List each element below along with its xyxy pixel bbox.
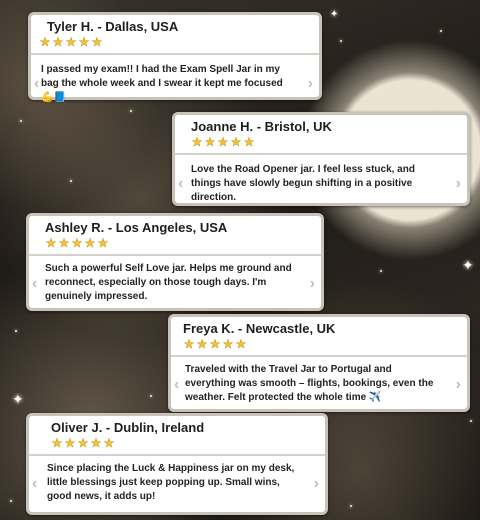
review-text: Such a powerful Self Love jar. Helps me …: [45, 263, 292, 302]
star-rating: ★ ★ ★ ★ ★: [39, 35, 311, 49]
sparkle-icon: ✦: [12, 391, 24, 407]
star-icon: ★: [209, 337, 221, 351]
sparkle-icon: ✦: [462, 257, 474, 273]
reviewer-name: Freya K. - Newcastle, UK: [183, 321, 336, 336]
review-card: Ashley R. - Los Angeles, USA ★ ★ ★ ★ ★ ‹ Suc…: [26, 213, 324, 311]
reviewer-name: Tyler H. - Dallas, USA: [47, 19, 179, 34]
chevron-right-icon[interactable]: ›: [310, 276, 315, 292]
star-icon: ★: [222, 337, 234, 351]
star-icon: ★: [78, 35, 90, 49]
star-icon: ★: [64, 436, 76, 450]
reviewer-name: Joanne H. - Bristol, UK: [191, 119, 332, 134]
star-icon: ★: [84, 236, 96, 250]
review-text: Traveled with the Travel Jar to Portugal…: [185, 364, 434, 403]
sparkle-icon: ✦: [330, 9, 339, 20]
star-icon: ★: [204, 135, 216, 149]
review-card: Oliver J. - Dublin, Ireland ★ ★ ★ ★ ★ ‹ Sinc…: [26, 413, 328, 515]
star-icon: ★: [51, 436, 63, 450]
review-header: Tyler H. - Dallas, USA ★ ★ ★ ★ ★: [31, 15, 319, 55]
chevron-left-icon[interactable]: ‹: [34, 76, 39, 92]
star-dot: [380, 270, 382, 272]
star-icon: ★: [183, 337, 195, 351]
star-icon: ★: [90, 436, 102, 450]
star-dot: [20, 120, 22, 122]
star-icon: ★: [65, 35, 77, 49]
star-icon: ★: [97, 236, 109, 250]
review-header: Joanne H. - Bristol, UK ★ ★ ★ ★ ★: [175, 115, 467, 155]
star-icon: ★: [91, 35, 103, 49]
review-text: I passed my exam!! I had the Exam Spell …: [41, 64, 283, 103]
star-dot: [350, 505, 352, 507]
star-rating: ★ ★ ★ ★ ★: [37, 436, 317, 450]
review-header: Freya K. - Newcastle, UK ★ ★ ★ ★ ★: [171, 317, 467, 357]
chevron-right-icon[interactable]: ›: [314, 476, 319, 492]
star-icon: ★: [77, 436, 89, 450]
review-text: Love the Road Opener jar. I feel less st…: [191, 164, 415, 203]
review-header: Ashley R. - Los Angeles, USA ★ ★ ★ ★ ★: [29, 216, 321, 256]
review-body: ‹ Such a powerful Self Love jar. Helps m…: [29, 256, 321, 312]
review-card: Joanne H. - Bristol, UK ★ ★ ★ ★ ★ ‹ Love the…: [172, 112, 470, 206]
star-icon: ★: [230, 135, 242, 149]
star-icon: ★: [52, 35, 64, 49]
review-card: Tyler H. - Dallas, USA ★ ★ ★ ★ ★ ‹ I passed …: [28, 12, 322, 103]
star-icon: ★: [196, 337, 208, 351]
star-rating: ★ ★ ★ ★ ★: [179, 337, 459, 351]
star-dot: [470, 420, 472, 422]
star-dot: [340, 40, 342, 42]
review-body: ‹ Traveled with the Travel Jar to Portug…: [171, 357, 467, 413]
star-dot: [70, 180, 72, 182]
chevron-left-icon[interactable]: ‹: [174, 377, 179, 393]
star-icon: ★: [243, 135, 255, 149]
star-dot: [440, 30, 442, 32]
star-icon: ★: [235, 337, 247, 351]
star-icon: ★: [103, 436, 115, 450]
review-card: Freya K. - Newcastle, UK ★ ★ ★ ★ ★ ‹ Travele…: [168, 314, 470, 412]
chevron-right-icon[interactable]: ›: [308, 76, 313, 92]
chevron-right-icon[interactable]: ›: [456, 176, 461, 192]
reviewer-name: Oliver J. - Dublin, Ireland: [51, 420, 205, 435]
star-dot: [10, 500, 12, 502]
star-icon: ★: [191, 135, 203, 149]
chevron-left-icon[interactable]: ‹: [32, 276, 37, 292]
review-body: ‹ Since placing the Luck & Happiness jar…: [29, 456, 325, 512]
star-rating: ★ ★ ★ ★ ★: [37, 236, 313, 250]
review-text: Since placing the Luck & Happiness jar o…: [47, 463, 295, 502]
star-icon: ★: [58, 236, 70, 250]
review-header: Oliver J. - Dublin, Ireland ★ ★ ★ ★ ★: [29, 416, 325, 456]
star-icon: ★: [45, 236, 57, 250]
review-body: ‹ I passed my exam!! I had the Exam Spel…: [31, 55, 319, 113]
reviewer-name: Ashley R. - Los Angeles, USA: [45, 220, 228, 235]
chevron-left-icon[interactable]: ‹: [32, 476, 37, 492]
star-icon: ★: [217, 135, 229, 149]
star-icon: ★: [71, 236, 83, 250]
chevron-left-icon[interactable]: ‹: [178, 176, 183, 192]
star-icon: ★: [39, 35, 51, 49]
chevron-right-icon[interactable]: ›: [456, 377, 461, 393]
review-body: ‹ Love the Road Opener jar. I feel less …: [175, 155, 467, 213]
star-dot: [15, 330, 17, 332]
star-rating: ★ ★ ★ ★ ★: [183, 135, 459, 149]
star-dot: [150, 395, 152, 397]
